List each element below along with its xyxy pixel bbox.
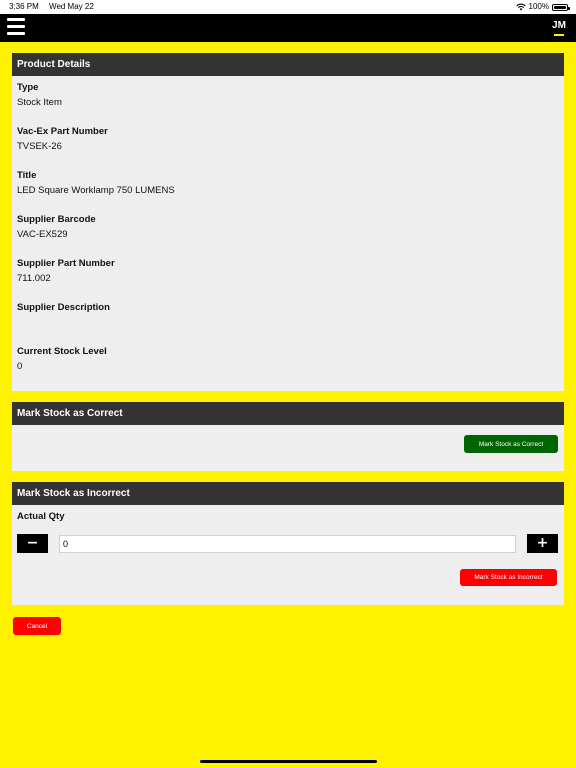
status-bar: 3:36 PM Wed May 22 100% bbox=[0, 0, 576, 14]
mark-incorrect-button[interactable]: Mark Stock as Incorrect bbox=[460, 569, 557, 586]
status-time: 3:36 PM bbox=[9, 2, 39, 11]
battery-icon bbox=[552, 3, 570, 11]
mark-correct-button[interactable]: Mark Stock as Correct bbox=[464, 435, 558, 453]
actual-qty-input[interactable] bbox=[59, 535, 516, 553]
cancel-button[interactable]: Cancel bbox=[13, 617, 61, 635]
field-title: Title LED Square Worklamp 750 LUMENS bbox=[17, 170, 175, 196]
product-details-card: Product Details Type Stock Item Vac-Ex P… bbox=[12, 53, 564, 391]
product-details-header: Product Details bbox=[12, 53, 564, 76]
app-logo: JM bbox=[550, 19, 568, 37]
status-date: Wed May 22 bbox=[49, 2, 94, 11]
field-current-stock-level: Current Stock Level 0 bbox=[17, 346, 107, 372]
field-supplier-description: Supplier Description bbox=[17, 302, 110, 313]
field-type: Type Stock Item bbox=[17, 82, 62, 108]
actual-qty-label: Actual Qty bbox=[17, 511, 65, 522]
field-part-number: Vac-Ex Part Number TVSEK-26 bbox=[17, 126, 108, 152]
hamburger-menu-icon[interactable] bbox=[7, 18, 25, 36]
field-supplier-part-number: Supplier Part Number 711.002 bbox=[17, 258, 115, 284]
mark-incorrect-card: Mark Stock as Incorrect Actual Qty − + M… bbox=[12, 482, 564, 605]
mark-correct-card: Mark Stock as Correct Mark Stock as Corr… bbox=[12, 402, 564, 471]
field-supplier-barcode: Supplier Barcode VAC-EX529 bbox=[17, 214, 96, 240]
battery-percent: 100% bbox=[528, 2, 549, 11]
mark-incorrect-header: Mark Stock as Incorrect bbox=[12, 482, 564, 505]
mark-correct-header: Mark Stock as Correct bbox=[12, 402, 564, 425]
nav-bar: JM bbox=[0, 14, 576, 42]
home-indicator bbox=[200, 760, 377, 763]
increment-button[interactable]: + bbox=[527, 534, 558, 553]
wifi-icon bbox=[515, 3, 526, 11]
decrement-button[interactable]: − bbox=[17, 534, 48, 553]
